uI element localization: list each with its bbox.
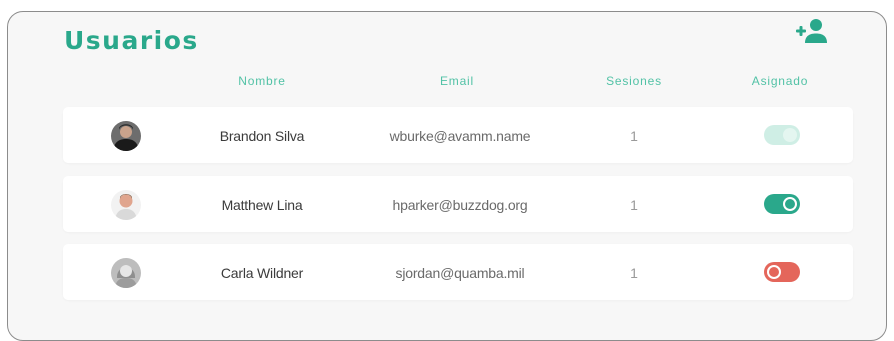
user-email: wburke@avamm.name [389, 128, 531, 144]
avatar [111, 258, 141, 288]
column-header-assigned: Asignado [751, 74, 809, 88]
user-name: Brandon Silva [219, 128, 305, 144]
table-row: Matthew Lina hparker@buzzdog.org 1 [63, 176, 853, 232]
user-email: sjordan@quamba.mil [395, 265, 525, 281]
session-count: 1 [630, 197, 638, 213]
assigned-toggle[interactable] [764, 194, 800, 214]
column-header-name: Nombre [238, 74, 286, 88]
assigned-toggle[interactable] [764, 125, 800, 145]
toggle-knob [783, 197, 797, 211]
assigned-toggle[interactable] [764, 262, 800, 282]
avatar [111, 121, 141, 151]
column-header-email: Email [439, 74, 474, 88]
user-name: Matthew Lina [221, 197, 303, 213]
column-header-sessions: Sesiones [606, 74, 662, 88]
table-row: Carla Wildner sjordan@quamba.mil 1 [63, 244, 853, 300]
toggle-knob [783, 128, 797, 142]
add-user-icon[interactable] [794, 17, 830, 45]
toggle-knob [767, 265, 781, 279]
user-email: hparker@buzzdog.org [392, 197, 528, 213]
session-count: 1 [630, 265, 638, 281]
avatar [111, 190, 141, 220]
page-title: Usuarios [64, 26, 199, 55]
session-count: 1 [630, 128, 638, 144]
table-row: Brandon Silva wburke@avamm.name 1 [63, 107, 853, 163]
user-name: Carla Wildner [220, 265, 304, 281]
